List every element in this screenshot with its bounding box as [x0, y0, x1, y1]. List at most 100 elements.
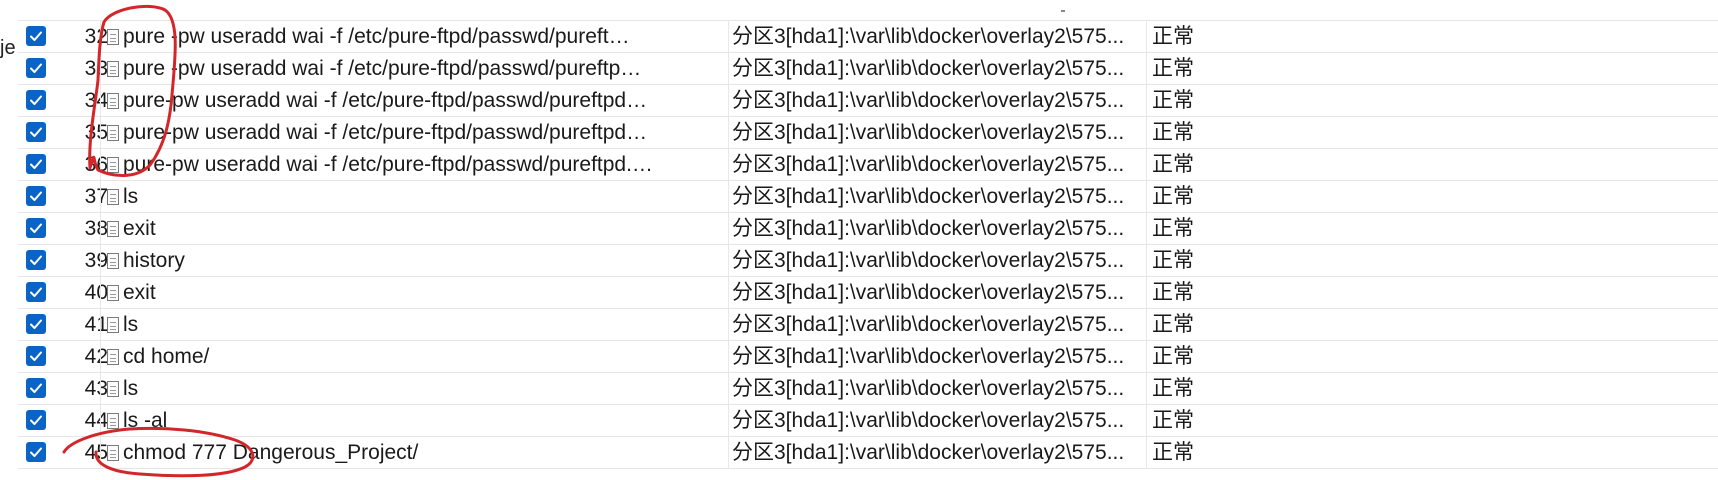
file-icon — [107, 29, 119, 45]
table-row[interactable]: 38 exit 分区3[hda1]:\var\lib\docker\overla… — [18, 213, 1718, 245]
row-path-cell[interactable]: 分区3[hda1]:\var\lib\docker\overlay2\575..… — [728, 309, 1168, 340]
row-command-cell[interactable]: pure-pw useradd wai -f /etc/pure-ftpd/pa… — [100, 149, 729, 180]
row-command-cell[interactable]: pure-pw useradd wai -f /etc/pure-ftpd/pa… — [100, 85, 729, 116]
row-checkbox-cell[interactable] — [26, 53, 52, 84]
table-row[interactable]: 41 ls 分区3[hda1]:\var\lib\docker\overlay2… — [18, 309, 1718, 341]
checkmark-icon — [30, 415, 42, 425]
row-command-cell[interactable]: ls -al — [100, 405, 729, 436]
row-command-cell[interactable]: exit — [100, 277, 729, 308]
row-command-cell[interactable]: ls — [100, 373, 729, 404]
table-row[interactable]: 45 chmod 777 Dangerous_Project/ 分区3[hda1… — [18, 437, 1718, 469]
row-command-cell[interactable]: pure-pw useradd wai -f /etc/pure-ftpd/pa… — [100, 117, 729, 148]
row-checkbox[interactable] — [26, 122, 46, 142]
row-path-cell[interactable]: 分区3[hda1]:\var\lib\docker\overlay2\575..… — [728, 405, 1168, 436]
row-status-cell: 正常 — [1146, 373, 1232, 404]
table-row[interactable]: 32 pure -pw useradd wai -f /etc/pure-ftp… — [18, 21, 1718, 53]
file-icon — [107, 253, 119, 269]
row-checkbox[interactable] — [26, 346, 46, 366]
row-command-cell[interactable]: exit — [100, 213, 729, 244]
row-status: 正常 — [1152, 345, 1194, 368]
row-checkbox-cell[interactable] — [26, 117, 52, 148]
file-icon — [107, 413, 119, 429]
row-path-cell[interactable]: 分区3[hda1]:\var\lib\docker\overlay2\575..… — [728, 437, 1168, 468]
row-checkbox[interactable] — [26, 282, 46, 302]
row-checkbox-cell[interactable] — [26, 181, 52, 212]
row-status-cell: 正常 — [1146, 53, 1232, 84]
table-row[interactable]: 37 ls 分区3[hda1]:\var\lib\docker\overlay2… — [18, 181, 1718, 213]
left-gutter: je — [0, 0, 18, 480]
row-checkbox[interactable] — [26, 26, 46, 46]
checkmark-icon — [30, 287, 42, 297]
row-command-cell[interactable]: ls — [100, 181, 729, 212]
table-row[interactable]: 42 cd home/ 分区3[hda1]:\var\lib\docker\ov… — [18, 341, 1718, 373]
row-path-cell[interactable]: 分区3[hda1]:\var\lib\docker\overlay2\575..… — [728, 21, 1168, 52]
row-status-cell: 正常 — [1146, 149, 1232, 180]
row-checkbox-cell[interactable] — [26, 437, 52, 468]
row-checkbox[interactable] — [26, 218, 46, 238]
table-row[interactable]: 43 ls 分区3[hda1]:\var\lib\docker\overlay2… — [18, 373, 1718, 405]
row-checkbox-cell[interactable] — [26, 341, 52, 372]
row-checkbox-cell[interactable] — [26, 373, 52, 404]
row-checkbox-cell[interactable] — [26, 149, 52, 180]
row-checkbox[interactable] — [26, 250, 46, 270]
row-checkbox-cell[interactable] — [26, 309, 52, 340]
row-command-cell[interactable]: pure -pw useradd wai -f /etc/pure-ftpd/p… — [100, 53, 729, 84]
row-path-cell[interactable]: 分区3[hda1]:\var\lib\docker\overlay2\575..… — [728, 149, 1168, 180]
row-checkbox[interactable] — [26, 378, 46, 398]
checkmark-icon — [30, 351, 42, 361]
row-checkbox-cell[interactable] — [26, 85, 52, 116]
table-row[interactable]: 34 pure-pw useradd wai -f /etc/pure-ftpd… — [18, 85, 1718, 117]
row-checkbox[interactable] — [26, 442, 46, 462]
row-status: 正常 — [1152, 409, 1194, 432]
row-path-cell[interactable]: 分区3[hda1]:\var\lib\docker\overlay2\575..… — [728, 213, 1168, 244]
row-path: 分区3[hda1]:\var\lib\docker\overlay2\575..… — [732, 25, 1125, 48]
checkmark-icon — [30, 95, 42, 105]
row-path-cell[interactable]: 分区3[hda1]:\var\lib\docker\overlay2\575..… — [728, 53, 1168, 84]
checkmark-icon — [30, 255, 42, 265]
table-row[interactable]: 33 pure -pw useradd wai -f /etc/pure-ftp… — [18, 53, 1718, 85]
row-checkbox-cell[interactable] — [26, 213, 52, 244]
row-status-cell: 正常 — [1146, 117, 1232, 148]
row-path-cell[interactable]: 分区3[hda1]:\var\lib\docker\overlay2\575..… — [728, 341, 1168, 372]
checkmark-icon — [30, 127, 42, 137]
table-row[interactable]: 36 pure-pw useradd wai -f /etc/pure-ftpd… — [18, 149, 1718, 181]
row-path-cell[interactable]: 分区3[hda1]:\var\lib\docker\overlay2\575..… — [728, 277, 1168, 308]
row-path-cell[interactable]: 分区3[hda1]:\var\lib\docker\overlay2\575..… — [728, 117, 1168, 148]
row-checkbox[interactable] — [26, 90, 46, 110]
row-checkbox[interactable] — [26, 154, 46, 174]
table-row[interactable]: 44 ls -al 分区3[hda1]:\var\lib\docker\over… — [18, 405, 1718, 437]
checkmark-icon — [30, 31, 42, 41]
row-checkbox[interactable] — [26, 58, 46, 78]
table-row[interactable]: 39 history 分区3[hda1]:\var\lib\docker\ove… — [18, 245, 1718, 277]
row-command-cell[interactable]: cd home/ — [100, 341, 729, 372]
checkmark-icon — [30, 63, 42, 73]
row-command-cell[interactable]: pure -pw useradd wai -f /etc/pure-ftpd/p… — [100, 21, 729, 52]
row-checkbox-cell[interactable] — [26, 405, 52, 436]
row-command-cell[interactable]: chmod 777 Dangerous_Project/ — [100, 437, 729, 468]
row-checkbox-cell[interactable] — [26, 245, 52, 276]
row-path: 分区3[hda1]:\var\lib\docker\overlay2\575..… — [732, 185, 1125, 208]
row-command-cell[interactable]: history — [100, 245, 729, 276]
file-icon — [107, 221, 119, 237]
row-checkbox[interactable] — [26, 314, 46, 334]
file-icon — [107, 189, 119, 205]
row-status-cell: 正常 — [1146, 85, 1232, 116]
table-row[interactable]: 35 pure-pw useradd wai -f /etc/pure-ftpd… — [18, 117, 1718, 149]
file-icon — [107, 445, 119, 461]
row-path-cell[interactable]: 分区3[hda1]:\var\lib\docker\overlay2\575..… — [728, 245, 1168, 276]
row-path-cell[interactable]: 分区3[hda1]:\var\lib\docker\overlay2\575..… — [728, 85, 1168, 116]
table-row[interactable]: 40 exit 分区3[hda1]:\var\lib\docker\overla… — [18, 277, 1718, 309]
row-checkbox-cell[interactable] — [26, 277, 52, 308]
file-icon — [107, 61, 119, 77]
row-command-cell[interactable]: ls — [100, 309, 729, 340]
row-path: 分区3[hda1]:\var\lib\docker\overlay2\575..… — [732, 313, 1125, 336]
file-icon — [107, 381, 119, 397]
row-checkbox[interactable] — [26, 410, 46, 430]
row-status: 正常 — [1152, 377, 1194, 400]
row-path-cell[interactable]: 分区3[hda1]:\var\lib\docker\overlay2\575..… — [728, 181, 1168, 212]
row-path: 分区3[hda1]:\var\lib\docker\overlay2\575..… — [732, 377, 1125, 400]
row-path-cell[interactable]: 分区3[hda1]:\var\lib\docker\overlay2\575..… — [728, 373, 1168, 404]
row-path: 分区3[hda1]:\var\lib\docker\overlay2\575..… — [732, 57, 1125, 80]
row-checkbox[interactable] — [26, 186, 46, 206]
row-checkbox-cell[interactable] — [26, 21, 52, 52]
